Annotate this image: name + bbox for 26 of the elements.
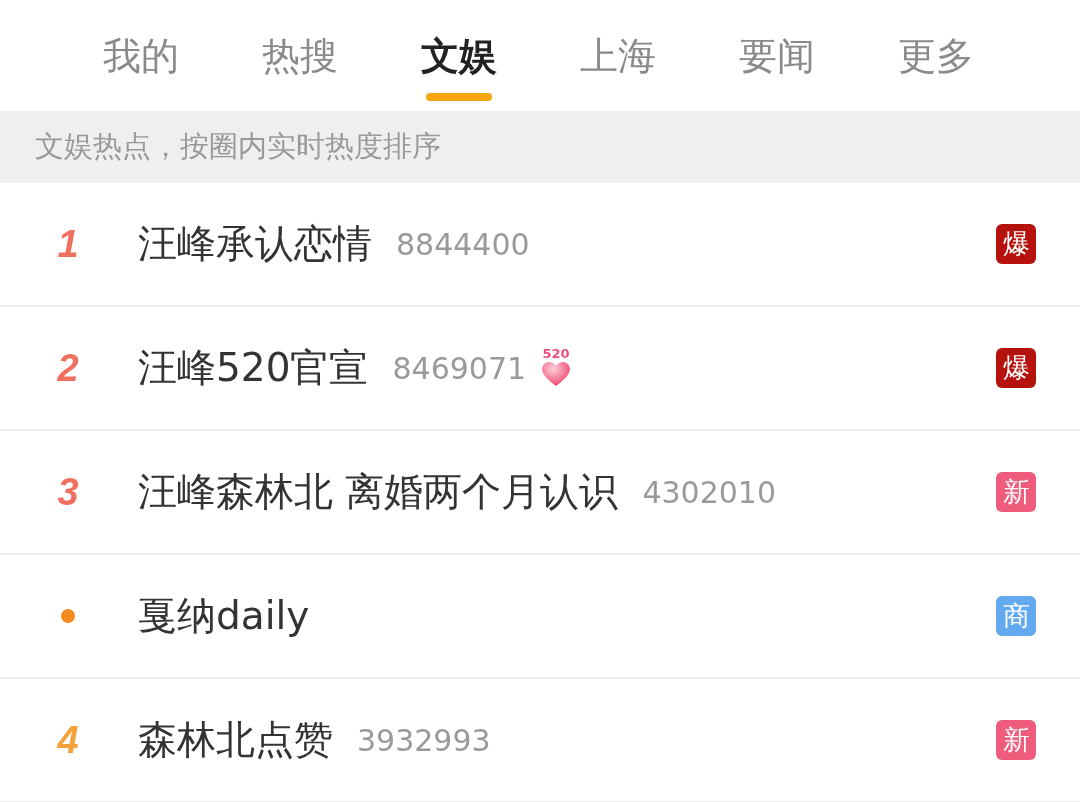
- topic-title: 汪峰森林北 离婚两个月认识: [138, 467, 619, 516]
- notice-text: 文娱热点，按圈内实时热度排序: [35, 128, 441, 166]
- topic-title: 汪峰520官宣: [138, 343, 369, 392]
- trending-item[interactable]: 戛纳daily 商: [0, 555, 1080, 679]
- tag-badge: 爆: [996, 348, 1036, 388]
- category-tab[interactable]: 文娱: [379, 0, 538, 111]
- rank-number: 3: [57, 469, 79, 515]
- heat-count: 3932993: [357, 721, 491, 760]
- heat-count: 8469071: [392, 349, 527, 388]
- trending-item[interactable]: 2 汪峰520官宣 8469071 520 爆: [0, 307, 1080, 431]
- heat-count: 8844400: [396, 225, 530, 264]
- rank-number: 4: [57, 717, 79, 763]
- topic-title: 戛纳daily: [138, 591, 310, 640]
- tag-badge: 爆: [996, 224, 1036, 264]
- rank-number: 1: [57, 221, 79, 267]
- trending-item[interactable]: 4 森林北点赞 3932993 新: [0, 679, 1080, 802]
- tab-underline: [425, 93, 492, 101]
- trending-item[interactable]: 1 汪峰承认恋情 8844400 爆: [0, 183, 1080, 307]
- heat-count: 4302010: [642, 473, 776, 512]
- rank-number: 2: [57, 345, 79, 391]
- tag-badge: 新: [996, 720, 1036, 760]
- topic-title: 汪峰承认恋情: [138, 219, 372, 268]
- topic-title: 森林北点赞: [138, 715, 333, 764]
- tag-badge: 新: [996, 472, 1036, 512]
- tag-badge: 商: [996, 596, 1036, 636]
- trending-item[interactable]: 3 汪峰森林北 离婚两个月认识 4302010 新: [0, 431, 1080, 555]
